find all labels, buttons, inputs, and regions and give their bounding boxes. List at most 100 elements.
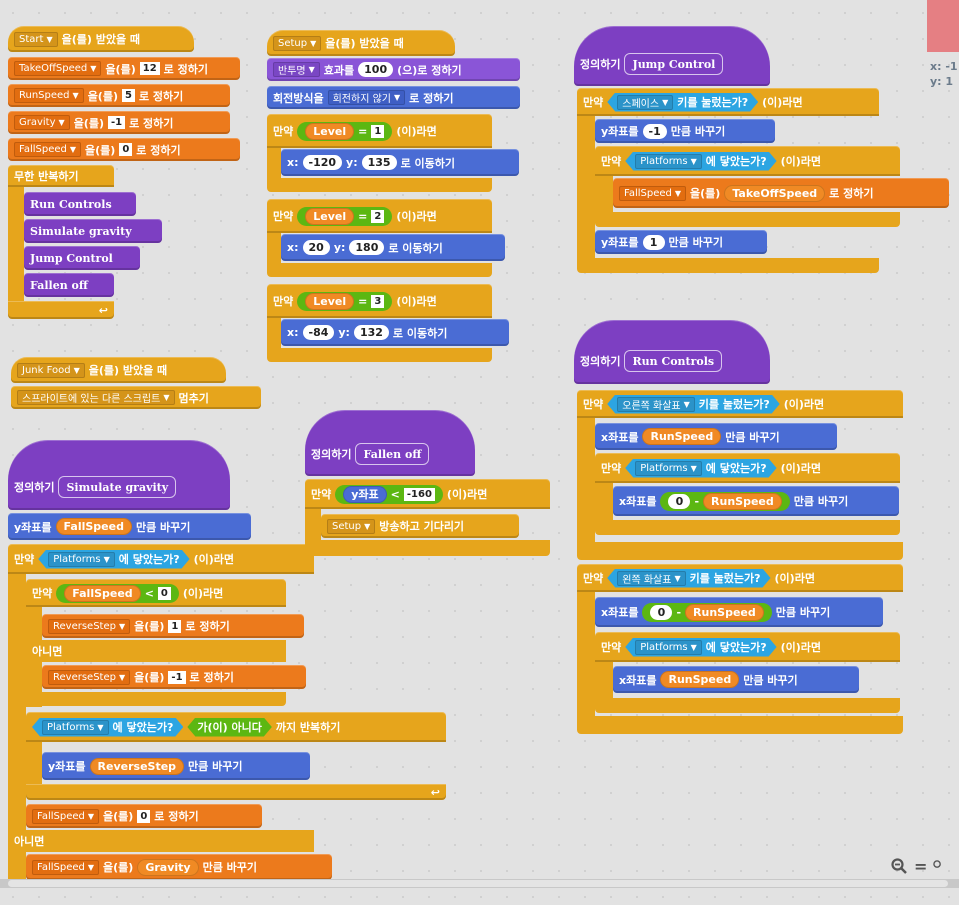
x-input[interactable]: -84 [302,325,335,340]
minuend-input[interactable]: 0 [668,493,691,509]
set-rotation-style-block[interactable]: 회전방식을 회전하지 않기 ▼ 로 정하기 [267,86,520,109]
value-input[interactable]: 1 [168,619,182,633]
change-value-input[interactable]: -1 [642,123,667,139]
call-simulate-gravity[interactable]: Simulate gravity [24,219,162,243]
when-receive-junkfood-hat[interactable]: Junk Food ▼ 을(를) 받았을 때 [11,357,226,383]
effect-value-input[interactable]: 100 [358,62,394,77]
if-ypos-below-block[interactable]: 만약 y좌표 < -160 (이)라면 [305,479,550,509]
compare-input[interactable]: -160 [403,487,435,501]
change-x-runspeed-block[interactable]: x좌표를 RunSpeed 만큼 바꾸기 [595,423,837,450]
horizontal-scrollbar[interactable] [0,879,959,888]
key-dropdown[interactable]: 왼쪽 화살표 ▼ [617,571,685,586]
not-operator-text[interactable]: 가(이) 아니다 [187,718,271,737]
touching-condition[interactable]: Platforms ▼ 에 닿았는가? [625,152,776,171]
if-touching-platforms-block[interactable]: 만약 Platforms ▼ 에 닿았는가? (이)라면 [595,632,900,662]
change-y-1-block[interactable]: y좌표를 1 만큼 바꾸기 [595,230,767,254]
set-takeoffspeed-block[interactable]: TakeOffSpeed ▼ 을(를) 12 로 정하기 [8,57,240,80]
key-pressed-condition[interactable]: 왼쪽 화살표 ▼ 키를 눌렀는가? [607,569,770,588]
equals-operator[interactable]: Level = 3 [297,291,393,311]
level-value-input[interactable]: 1 [371,124,385,138]
equals-operator[interactable]: Level = 2 [297,206,393,226]
key-pressed-condition[interactable]: 오른쪽 화살표 ▼ 키를 눌렀는가? [607,395,779,414]
touching-condition[interactable]: Platforms ▼ 에 닿았는가? [38,550,189,569]
forever-block[interactable]: 무한 반복하기 [8,165,114,187]
goto-xy-block-2[interactable]: x: 20 y: 180 로 이동하기 [281,234,505,261]
define-run-controls-hat[interactable]: 정의하기 Run Controls [574,320,770,384]
set-reversestep-2-block[interactable]: ReverseStep ▼ 을(를) -1 로 정하기 [42,665,306,689]
level-variable[interactable]: Level [305,207,355,225]
fallspeed-variable[interactable]: FallSpeed [55,518,132,535]
value-input[interactable]: 0 [119,143,133,156]
sprite-dropdown[interactable]: Platforms ▼ [42,720,109,735]
when-receive-start-hat[interactable]: Start ▼ 을(를) 받았을 때 [8,26,194,52]
if-left-pressed-block[interactable]: 만약 왼쪽 화살표 ▼ 키를 눌렀는가? (이)라면 [577,564,903,592]
message-dropdown[interactable]: Setup ▼ [327,518,376,534]
set-effect-block[interactable]: 반투명 ▼ 효과를 100 (으)로 정하기 [267,58,520,81]
y-input[interactable]: 132 [353,325,389,340]
set-reversestep-1-block[interactable]: ReverseStep ▼ 을(를) 1 로 정하기 [42,614,304,638]
stop-other-scripts-block[interactable]: 스프라이트에 있는 다른 스크립트 ▼ 멈추기 [11,386,261,409]
stage-thumbnail[interactable] [927,0,959,52]
touching-condition[interactable]: Platforms ▼ 에 닿았는가? [625,638,776,657]
set-gravity-block[interactable]: Gravity ▼ 을(를) -1 로 정하기 [8,111,230,134]
value-input[interactable]: -1 [107,116,126,129]
var-dropdown[interactable]: FallSpeed ▼ [619,185,687,201]
call-fallen-off[interactable]: Fallen off [24,273,114,297]
change-x-neg-runspeed-block-2[interactable]: x좌표를 0- RunSpeed 만큼 바꾸기 [595,597,883,627]
if-touching-platforms-block[interactable]: 만약 Platforms ▼ 에 닿았는가? (이)라면 [595,453,900,483]
key-dropdown[interactable]: 오른쪽 화살표 ▼ [617,397,695,412]
sprite-dropdown[interactable]: Platforms ▼ [635,640,702,655]
set-fallspeed-zero-block[interactable]: FallSpeed ▼ 을(를) 0 로 정하기 [26,804,262,828]
if-level-1-block[interactable]: 만약 Level = 1 (이)라면 [267,114,492,148]
if-level-2-block[interactable]: 만약 Level = 2 (이)라면 [267,199,492,233]
var-dropdown[interactable]: FallSpeed ▼ [14,142,82,157]
change-y-reversestep-block[interactable]: y좌표를 ReverseStep 만큼 바꾸기 [42,752,310,780]
runspeed-variable[interactable]: RunSpeed [642,428,722,445]
level-value-input[interactable]: 2 [371,209,385,223]
change-y-neg1-block[interactable]: y좌표를 -1 만큼 바꾸기 [595,119,775,143]
subtract-operator[interactable]: 0- RunSpeed [660,491,790,511]
goto-xy-block-3[interactable]: x: -84 y: 132 로 이동하기 [281,319,509,346]
fallspeed-variable[interactable]: FallSpeed [64,584,141,602]
change-x-runspeed-block-2[interactable]: x좌표를 RunSpeed 만큼 바꾸기 [613,666,859,693]
rotation-dropdown[interactable]: 회전하지 않기 ▼ [327,90,406,105]
touching-condition[interactable]: Platforms ▼ 에 닿았는가? [625,459,776,478]
x-input[interactable]: -120 [302,155,343,170]
if-level-3-block[interactable]: 만약 Level = 3 (이)라면 [267,284,492,318]
gravity-variable[interactable]: Gravity [137,858,199,876]
sprite-dropdown[interactable]: Platforms ▼ [635,154,702,169]
set-runspeed-block[interactable]: RunSpeed ▼ 을(를) 5 로 정하기 [8,84,230,107]
zoom-out-icon[interactable] [890,857,908,875]
broadcast-and-wait-block[interactable]: Setup ▼ 방송하고 기다리기 [321,514,519,538]
takeoffspeed-variable[interactable]: TakeOffSpeed [724,184,826,202]
runspeed-variable[interactable]: RunSpeed [685,603,764,621]
goto-xy-block-1[interactable]: x: -120 y: 135 로 이동하기 [281,149,519,176]
message-dropdown[interactable]: Start ▼ [14,31,58,47]
var-dropdown[interactable]: TakeOffSpeed ▼ [14,61,102,76]
sprite-dropdown[interactable]: Platforms ▼ [635,461,702,476]
change-value-input[interactable]: 1 [642,234,665,250]
change-y-fallspeed-block[interactable]: y좌표를 FallSpeed 만큼 바꾸기 [8,513,251,540]
y-position-reporter[interactable]: y좌표 [343,485,387,503]
runspeed-variable[interactable]: RunSpeed [703,492,782,510]
minuend-input[interactable]: 0 [650,604,673,620]
zoom-in-icon[interactable] [933,857,943,876]
define-jump-control-hat[interactable]: 정의하기 Jump Control [574,26,770,86]
effect-dropdown[interactable]: 반투명 ▼ [273,62,320,77]
zoom-reset-button[interactable]: = [914,857,927,876]
set-fallspeed-takeoff-block[interactable]: FallSpeed ▼ 을(를) TakeOffSpeed 로 정하기 [613,178,949,208]
var-dropdown[interactable]: FallSpeed ▼ [32,808,100,824]
message-dropdown[interactable]: Setup ▼ [273,35,322,51]
define-fallen-off-hat[interactable]: 정의하기 Fallen off [305,410,475,476]
if-touching-platforms-block[interactable]: 만약 Platforms ▼ 에 닿았는가? (이)라면 [595,146,900,176]
level-variable[interactable]: Level [305,292,355,310]
runspeed-variable[interactable]: RunSpeed [660,671,740,688]
key-dropdown[interactable]: 스페이스 ▼ [617,95,673,110]
value-input[interactable]: 12 [139,62,160,75]
stop-dropdown[interactable]: 스프라이트에 있는 다른 스크립트 ▼ [17,390,175,405]
var-dropdown[interactable]: RunSpeed ▼ [14,88,84,103]
reversestep-variable[interactable]: ReverseStep [89,757,185,775]
var-dropdown[interactable]: ReverseStep ▼ [48,618,131,634]
change-x-neg-runspeed-block[interactable]: x좌표를 0- RunSpeed 만큼 바꾸기 [613,486,899,516]
y-input[interactable]: 180 [349,240,385,255]
